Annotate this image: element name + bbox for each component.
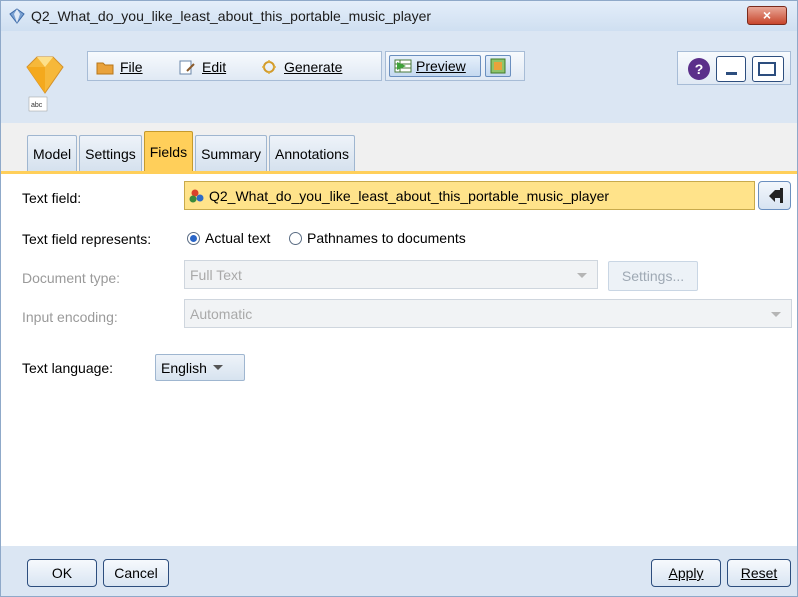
- tab-fields[interactable]: Fields: [143, 131, 194, 171]
- chevron-down-icon: [212, 365, 223, 370]
- text-field-value: Q2_What_do_you_like_least_about_this_por…: [209, 187, 610, 204]
- pathnames-label: Pathnames to documents: [307, 230, 466, 246]
- edit-document-icon: [179, 60, 195, 75]
- reset-label: Reset: [740, 565, 778, 581]
- dialog-window: Q2_What_do_you_like_least_about_this_por…: [0, 0, 798, 597]
- window-title: Q2_What_do_you_like_least_about_this_por…: [31, 8, 432, 24]
- generate-node-icon: [490, 58, 506, 74]
- text-language-label: Text language:: [22, 360, 114, 376]
- text-language-value: English: [161, 359, 207, 376]
- input-encoding-value: Automatic: [190, 305, 253, 322]
- generate-menu-label: Generate: [284, 59, 343, 75]
- chevron-down-icon: [577, 273, 587, 278]
- cancel-button[interactable]: Cancel: [103, 559, 169, 587]
- ok-button[interactable]: OK: [27, 559, 97, 587]
- text-field-label: Text field:: [22, 190, 82, 206]
- tab-settings[interactable]: Settings: [79, 135, 142, 171]
- chevron-down-icon: [771, 312, 781, 317]
- window-controls: ?: [677, 51, 791, 85]
- close-button[interactable]: ×: [747, 6, 787, 25]
- input-encoding-select[interactable]: Automatic: [184, 299, 792, 328]
- footer-bar: OK Cancel Apply Reset: [1, 546, 797, 596]
- menu-bar: File Edit Generate: [87, 51, 382, 81]
- preview-button[interactable]: Preview: [389, 55, 481, 77]
- maximize-button[interactable]: [752, 56, 784, 82]
- document-settings-button[interactable]: Settings...: [608, 261, 698, 291]
- text-mining-node-icon: abc: [26, 56, 64, 112]
- apply-label: Apply: [668, 565, 704, 581]
- document-type-select[interactable]: Full Text: [184, 260, 598, 289]
- field-picker-icon: [769, 188, 783, 203]
- minimize-button[interactable]: [716, 56, 746, 82]
- text-language-dropdown[interactable]: English: [155, 354, 245, 381]
- generate-sparkle-icon: [262, 60, 276, 74]
- edit-menu-label: Edit: [202, 59, 227, 75]
- generate-node-button[interactable]: [485, 55, 511, 77]
- title-bar[interactable]: Q2_What_do_you_like_least_about_this_por…: [1, 1, 797, 31]
- help-icon: ?: [694, 61, 704, 77]
- close-icon: ×: [762, 7, 772, 23]
- represents-label: Text field represents:: [22, 231, 152, 247]
- document-type-label: Document type:: [22, 270, 121, 286]
- file-menu-label: File: [120, 59, 143, 75]
- edit-menu[interactable]: Edit: [178, 57, 226, 77]
- tab-bar: Model Settings Fields Summary Annotation…: [27, 131, 355, 171]
- tab-summary[interactable]: Summary: [195, 135, 267, 171]
- diamond-node-icon: [9, 8, 25, 24]
- field-type-icon: [189, 189, 204, 202]
- toolbar-area: abc File Edit Generate Preview ?: [1, 31, 797, 123]
- input-encoding-label: Input encoding:: [22, 309, 118, 325]
- actual-text-radio[interactable]: [187, 232, 200, 245]
- file-menu[interactable]: File: [96, 57, 143, 77]
- node-icon-caption: abc: [31, 102, 43, 109]
- text-field-selector[interactable]: Q2_What_do_you_like_least_about_this_por…: [184, 181, 755, 210]
- actual-text-label: Actual text: [205, 230, 271, 246]
- generate-menu[interactable]: Generate: [260, 57, 342, 77]
- tab-annotations[interactable]: Annotations: [269, 135, 355, 171]
- preview-label: Preview: [416, 58, 466, 74]
- tab-model[interactable]: Model: [27, 135, 78, 171]
- document-type-value: Full Text: [190, 266, 242, 283]
- field-picker-button[interactable]: [758, 181, 791, 210]
- pathnames-radio[interactable]: [289, 232, 302, 245]
- folder-icon: [96, 62, 114, 75]
- preview-toolbar: Preview: [385, 51, 525, 81]
- help-button[interactable]: ?: [688, 58, 710, 80]
- apply-button[interactable]: Apply: [651, 559, 721, 587]
- fields-panel: Text field: Q2_What_do_you_like_least_ab…: [1, 174, 797, 546]
- preview-table-icon: [394, 59, 412, 73]
- reset-button[interactable]: Reset: [727, 559, 791, 587]
